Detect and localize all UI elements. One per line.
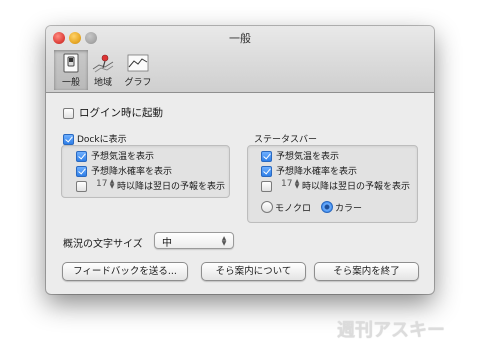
dock-show-temp-label: 予想気温を表示 <box>91 152 155 162</box>
color-radio[interactable] <box>321 201 333 213</box>
dock-show-rain-checkbox[interactable] <box>76 166 87 177</box>
dock-hour-stepper[interactable]: ▲ ▼ <box>109 179 115 190</box>
statusbar-heading: ステータスバー <box>254 135 318 145</box>
tab-region-label: 地域 <box>93 78 112 88</box>
dock-show-temp-checkbox[interactable] <box>76 151 87 162</box>
statusbar-next-day-checkbox[interactable] <box>261 181 272 192</box>
tab-general[interactable]: 一般 <box>54 50 88 90</box>
show-in-dock-label: Dockに表示 <box>77 135 127 145</box>
toolbar: 一般 一般 地域 グラフ <box>46 26 434 93</box>
font-size-value: 中 <box>162 238 172 249</box>
dock-options-panel: 予想気温を表示 予想降水確率を表示 17 ▲ ▼ 時以降は翌日の予報を表示 <box>61 145 230 198</box>
general-pane: ログイン時に起動 Dockに表示 予想気温を表示 予想降水確率を表示 17 ▲ ▼… <box>46 93 434 294</box>
statusbar-show-temp-label: 予想気温を表示 <box>276 152 340 162</box>
dock-next-day-checkbox[interactable] <box>76 181 87 192</box>
dock-show-rain-label: 予想降水確率を表示 <box>91 167 173 177</box>
launch-at-login-label: ログイン時に起動 <box>79 107 163 119</box>
statusbar-next-day-label: 時以降は翌日の予報を表示 <box>302 182 411 192</box>
statusbar-show-temp-checkbox[interactable] <box>261 151 272 162</box>
about-button[interactable]: そら案内について <box>201 262 306 281</box>
preferences-window: 一般 一般 地域 グラフ ログイン時に起動 Dockに表示 予想気温を表示 予想… <box>46 26 434 294</box>
mono-radio[interactable] <box>261 201 273 213</box>
font-size-popup[interactable]: 中 ▲ ▼ <box>154 232 234 249</box>
feedback-button[interactable]: フィードバックを送る... <box>62 262 188 281</box>
launch-at-login-checkbox[interactable] <box>63 108 74 119</box>
watermark: 週刊アスキー <box>337 320 445 341</box>
statusbar-show-rain-label: 予想降水確率を表示 <box>276 167 358 177</box>
tab-graph[interactable]: グラフ <box>118 50 158 90</box>
dock-next-day-label: 時以降は翌日の予報を表示 <box>117 182 226 192</box>
window-title: 一般 <box>229 32 251 45</box>
tab-graph-label: グラフ <box>124 78 152 88</box>
statusbar-options-panel: 予想気温を表示 予想降水確率を表示 17 ▲ ▼ 時以降は翌日の予報を表示 モノク… <box>247 145 418 223</box>
color-radio-label: カラー <box>335 204 363 214</box>
popup-arrows-icon: ▲ ▼ <box>221 235 227 247</box>
statusbar-hour-stepper[interactable]: ▲ ▼ <box>294 179 300 190</box>
dock-next-day-hour[interactable]: 17 <box>96 179 107 189</box>
statusbar-next-day-hour[interactable]: 17 <box>281 179 292 189</box>
switch-icon <box>63 53 79 73</box>
map-pin-icon <box>92 54 114 73</box>
mono-radio-label: モノクロ <box>275 204 312 214</box>
statusbar-show-rain-checkbox[interactable] <box>261 166 272 177</box>
font-size-label: 概況の文字サイズ <box>63 239 143 250</box>
tab-general-label: 一般 <box>61 78 80 88</box>
graph-icon <box>127 54 149 72</box>
tab-region[interactable]: 地域 <box>86 50 120 90</box>
quit-button[interactable]: そら案内を終了 <box>314 262 419 281</box>
show-in-dock-checkbox[interactable] <box>63 134 74 145</box>
